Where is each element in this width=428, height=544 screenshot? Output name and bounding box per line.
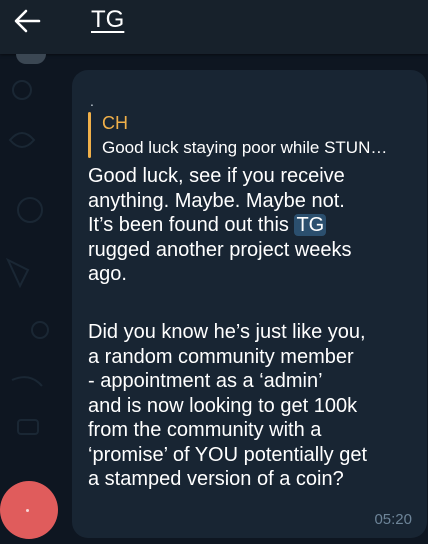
message-line: and is now looking to get 100k bbox=[88, 394, 358, 417]
message-marker: . bbox=[90, 93, 94, 109]
message-paragraph-2: Did you know he’s just like you, a rando… bbox=[88, 320, 418, 492]
message-line: It’s been found out this TG bbox=[88, 213, 418, 238]
message-line: rugged another project weeks bbox=[88, 238, 352, 261]
message-line: Good luck, see if you receive bbox=[88, 165, 345, 187]
message-bubble[interactable]: . CH Good luck staying poor while STUN… … bbox=[72, 70, 427, 538]
message-line: ‘promise’ of YOU potentially get bbox=[88, 443, 368, 466]
arrow-left-icon bbox=[14, 9, 41, 33]
message-line: anything. Maybe. Maybe not. bbox=[88, 189, 345, 212]
dot-icon bbox=[26, 509, 29, 512]
message-line: Did you know he’s just like you, bbox=[88, 321, 366, 343]
message-paragraph-1: Good luck, see if you receive anything. … bbox=[88, 164, 418, 287]
message-text: It’s been found out this bbox=[88, 214, 295, 236]
message-line: a random community member bbox=[88, 345, 354, 368]
reply-snippet: Good luck staying poor while STUN… bbox=[102, 138, 388, 157]
chat-header: TG bbox=[0, 0, 428, 54]
back-button[interactable] bbox=[12, 8, 42, 34]
floating-action-button[interactable] bbox=[0, 481, 58, 539]
message-line: a stamped version of a coin? bbox=[88, 468, 344, 490]
reply-sender: CH bbox=[102, 113, 128, 133]
message-timestamp: 05:20 bbox=[374, 511, 412, 528]
reply-accent-bar bbox=[88, 112, 91, 158]
mention-highlight[interactable]: TG bbox=[294, 214, 327, 236]
reply-preview[interactable]: CH Good luck staying poor while STUN… bbox=[88, 112, 418, 160]
chat-title[interactable]: TG bbox=[91, 6, 124, 34]
message-line: from the community with a bbox=[88, 419, 322, 441]
message-line: ago. bbox=[88, 263, 127, 285]
message-line: - appointment as a ‘admin’ bbox=[88, 370, 323, 392]
